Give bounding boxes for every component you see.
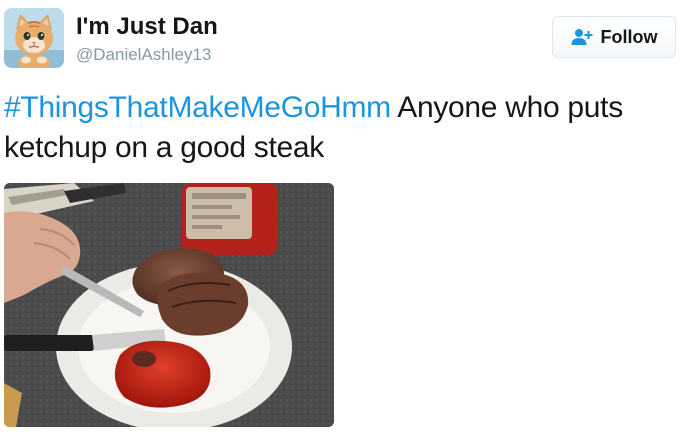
user-avatar[interactable] xyxy=(4,8,64,68)
hashtag-link[interactable]: #ThingsThatMakeMeGoHmm xyxy=(4,91,391,124)
steak-ketchup-photo xyxy=(4,183,334,427)
tweet-photo[interactable] xyxy=(4,183,334,427)
kitten-avatar-icon xyxy=(4,8,64,68)
tweet-text: #ThingsThatMakeMeGoHmm Anyone who puts k… xyxy=(4,88,696,168)
follow-label: Follow xyxy=(600,27,658,47)
add-user-icon xyxy=(571,28,593,46)
screen-name[interactable]: @DanielAshley13 xyxy=(76,45,211,65)
follow-button[interactable]: Follow xyxy=(552,16,676,58)
tweet-card: I'm Just Dan @DanielAshley13 Follow #Thi… xyxy=(0,0,700,438)
display-name[interactable]: I'm Just Dan xyxy=(76,13,218,41)
